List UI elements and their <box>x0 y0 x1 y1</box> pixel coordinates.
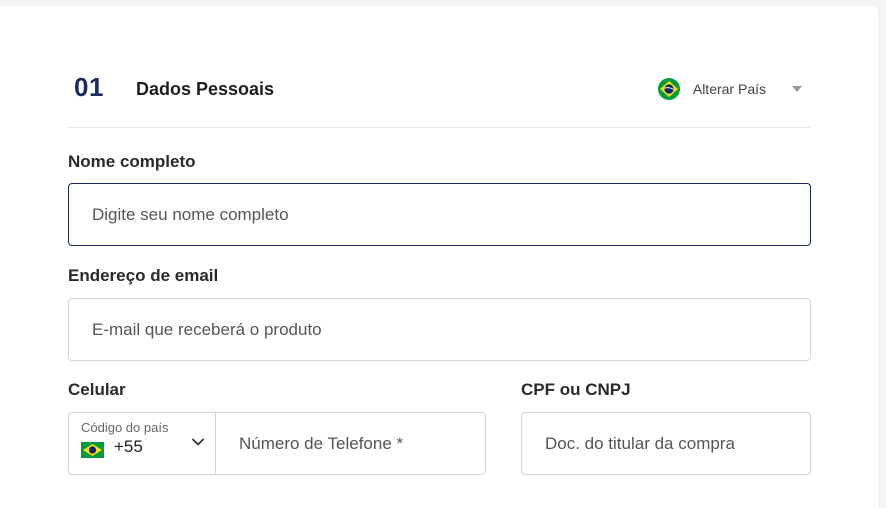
country-code-select[interactable]: Código do país +55 <box>68 412 216 475</box>
step-number: 01 <box>74 72 104 102</box>
change-country-button[interactable]: Alterar País <box>657 76 810 102</box>
name-input[interactable] <box>69 184 810 245</box>
brazil-flag-icon <box>81 442 104 458</box>
phone-field-container <box>215 412 486 475</box>
country-code-label: Código do país <box>81 420 169 435</box>
document-label: CPF ou CNPJ <box>521 380 631 399</box>
chevron-down-icon <box>191 435 205 449</box>
document-field-container <box>521 412 811 475</box>
phone-label: Celular <box>68 380 126 399</box>
email-input[interactable] <box>69 299 810 360</box>
email-label: Endereço de email <box>68 266 219 285</box>
brazil-flag-icon <box>657 78 680 100</box>
section-header: 01 Dados Pessoais Alterar País <box>68 64 810 128</box>
email-field-container <box>68 298 811 361</box>
name-label: Nome completo <box>68 152 196 171</box>
phone-input[interactable] <box>216 413 485 474</box>
name-field-container <box>68 183 811 246</box>
country-code-value: +55 <box>114 437 143 456</box>
document-input[interactable] <box>522 413 810 474</box>
caret-down-icon <box>792 86 802 92</box>
section-title: Dados Pessoais <box>136 79 275 99</box>
change-country-label: Alterar País <box>692 81 766 97</box>
